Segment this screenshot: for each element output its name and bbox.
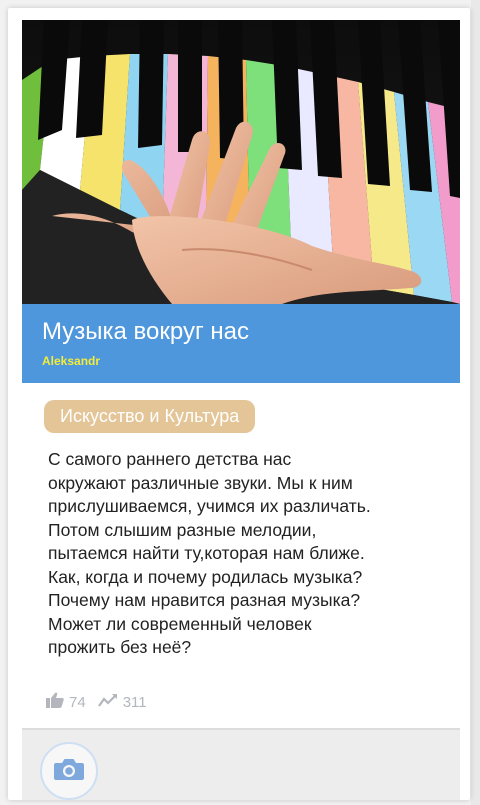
attach-photo-button[interactable] [40,742,98,800]
likes-count: 74 [69,693,86,711]
comment-footer [22,730,460,800]
title-banner: Музыка вокруг нас Aleksandr [22,304,460,383]
post-author[interactable]: Aleksandr [42,354,100,368]
description-line: прожить без неё? [48,637,192,657]
post-card[interactable]: Музыка вокруг нас Aleksandr Искусство и … [8,8,470,800]
description-line: пытаемся найти ту,которая нам ближе. [48,543,365,563]
views-count: 311 [122,693,147,711]
scrollbar-track[interactable] [471,0,480,805]
thumbs-up-icon [46,692,69,712]
description-line: С самого раннего детства нас [48,449,292,469]
description-line: Потом слышим разные мелодии, [48,519,317,540]
description-line: прислушиваемся, учимся их различать. [48,496,371,516]
views-stat[interactable]: 311 [97,692,147,712]
description-line: Как, когда и почему родилась музыка? [48,566,363,587]
description-line: Может ли современный человек [48,613,312,634]
category-badge[interactable]: Искусство и Культура [44,400,256,433]
post-description: С самого раннего детства нас окружают ра… [48,448,464,660]
trend-icon [97,692,123,712]
description-line: Почему нам нравится разная музыка? [48,590,361,610]
post-image [22,20,460,304]
likes-stat[interactable]: 74 [46,692,86,712]
post-stats: 74 311 [46,692,159,712]
camera-icon [53,757,85,786]
page: Музыка вокруг нас Aleksandr Искусство и … [0,0,480,805]
post-title[interactable]: Музыка вокруг нас [42,318,249,346]
description-line: окружают различные звуки. Мы к ним [48,472,353,493]
